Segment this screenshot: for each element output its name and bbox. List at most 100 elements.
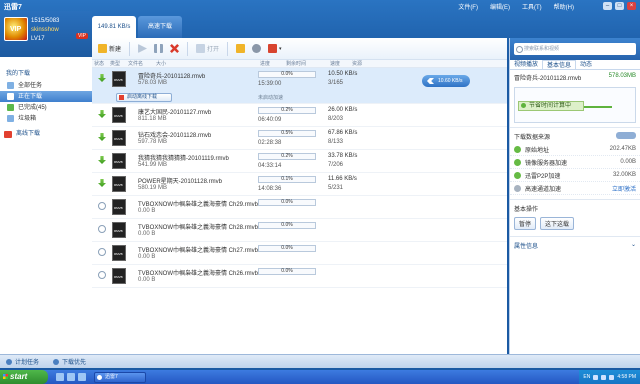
open-file-button[interactable]: 打开: [194, 42, 221, 56]
thunder-icon[interactable]: [78, 373, 86, 381]
ops-buttons: 暂停 这下这载: [510, 215, 640, 232]
col-type[interactable]: 类型: [108, 60, 126, 67]
sidebar-item-completed[interactable]: 已完成(45): [0, 102, 92, 113]
rmvb-file-icon: RMVB: [112, 176, 126, 192]
progress-bar: 0.0%: [258, 245, 316, 252]
col-peers[interactable]: 资源: [350, 60, 380, 67]
ie-icon[interactable]: [56, 373, 64, 381]
col-name[interactable]: 文件名: [126, 60, 154, 67]
table-row[interactable]: RMVB 冒险奇兵-20101128.rmvb 578.03 MB 0.0% 15:39…: [92, 68, 507, 104]
task-size: 0.00 B: [138, 208, 156, 214]
waiting-icon: [98, 225, 106, 233]
col-progress[interactable]: 进度: [258, 60, 284, 67]
desktop-icon[interactable]: [67, 373, 75, 381]
source-value[interactable]: 立即激活: [612, 184, 636, 193]
toolbar-divider: [187, 41, 189, 56]
table-row[interactable]: RMVB TVBOXNOW巾帼枭雄之義海豪情 Ch26.rmvb 0.00 B 0.0…: [92, 265, 507, 288]
bottom-bar: 计划任务 下载优先: [0, 354, 640, 368]
sources-title: 下载数据来源: [514, 135, 551, 141]
sidebar-item-all[interactable]: 全部任务: [0, 80, 92, 91]
task-name: TVBOXNOW巾帼枭雄之義海豪情 Ch26.rmvb: [138, 271, 259, 277]
pause-button[interactable]: [152, 42, 165, 56]
progress-text: 0.0%: [281, 245, 293, 251]
volume-icon[interactable]: [609, 374, 615, 380]
plan-task-button[interactable]: 计划任务: [6, 357, 39, 366]
table-row[interactable]: RMVB 钻石戏恋会-20101128.rmvb 597.78 MB 0.5% 02:2…: [92, 127, 507, 150]
menu-edit[interactable]: 编辑(E): [490, 2, 510, 11]
user-nickname[interactable]: skinsshow: [31, 26, 59, 35]
toolbar: 新建 打开 ▾: [92, 38, 507, 60]
rmvb-file-icon: RMVB: [112, 199, 126, 215]
menu-tools[interactable]: 工具(T): [522, 2, 542, 11]
lang-indicator[interactable]: EN: [583, 374, 590, 380]
progress-bar: 0.2%: [258, 153, 316, 160]
table-row[interactable]: RMVB 我猜我猜我猜猜猜-20101119.rmvb 541.99 MB 0.2% 0…: [92, 150, 507, 173]
source-label: 原始地址: [525, 147, 550, 154]
tray-icon[interactable]: [601, 374, 607, 380]
menu-help[interactable]: 帮助(H): [554, 2, 574, 11]
gear-icon: [252, 44, 262, 53]
task-list-panel: 新建 打开 ▾ 状态 类型 文件名 大小 进度 剩余时间 速度 资源 RMVB 冒…: [92, 38, 507, 354]
download-later-button[interactable]: 这下这载: [540, 217, 575, 230]
ops-title: 基本操作: [514, 207, 539, 213]
minimize-icon[interactable]: –: [603, 2, 612, 10]
chevron-down-icon: ⌄: [630, 242, 636, 248]
table-row[interactable]: RMVB 康艺大国民-20101127.rmvb 811.18 MB 0.2% 06:4…: [92, 104, 507, 127]
table-row[interactable]: RMVB TVBOXNOW巾帼枭雄之義海豪情 Ch28.rmvb 0.00 B 0.0…: [92, 219, 507, 242]
sources-toggle[interactable]: [616, 132, 636, 139]
taskbar-task-thunder[interactable]: 迅雷7: [94, 371, 146, 383]
sidebar-item-trash[interactable]: 垃圾箱: [0, 113, 92, 124]
col-status[interactable]: 状态: [92, 60, 108, 67]
search-input[interactable]: 搜索联系和视频: [514, 43, 636, 55]
delete-button[interactable]: [168, 42, 181, 56]
download-priority-button[interactable]: 下载优先: [53, 357, 86, 366]
source-row: 迅雷P2P加速 32.00KB: [510, 169, 640, 182]
col-speed[interactable]: 速度: [328, 60, 350, 67]
downloading-icon: [98, 179, 106, 187]
avatar[interactable]: VIP: [4, 17, 28, 41]
offline-download-button[interactable]: 启动离线下载: [116, 93, 172, 102]
table-row[interactable]: RMVB TVBOXNOW巾帼枭雄之義海豪情 Ch29.rmvb 0.00 B 0.0…: [92, 196, 507, 219]
source-label: 高速通道加速: [525, 186, 562, 193]
menu-file[interactable]: 文件(F): [458, 2, 478, 11]
start-button[interactable]: [136, 42, 149, 56]
more-button[interactable]: ▾: [266, 42, 284, 56]
tray-icon[interactable]: [593, 374, 599, 380]
tab-basic-info[interactable]: 基本信息: [542, 60, 577, 69]
window-controls: – □ ×: [603, 2, 636, 10]
new-task-button[interactable]: 新建: [96, 42, 123, 56]
speed-pill[interactable]: 10.60 KB/s: [422, 75, 470, 87]
rmvb-file-icon: RMVB: [112, 153, 126, 169]
tab-activity[interactable]: 动态: [576, 60, 596, 69]
tab-video[interactable]: 视频播放: [510, 60, 542, 69]
open-folder-button[interactable]: [234, 42, 247, 56]
user-info: 1515/5083 skinsshow LV17: [31, 17, 59, 44]
attributes-header[interactable]: 属性信息 ⌄: [510, 236, 640, 254]
table-row[interactable]: RMVB POWER星期天-20101128.rmvb 580.19 MB 0.1% 1…: [92, 173, 507, 196]
col-remaining[interactable]: 剩余时间: [284, 60, 328, 67]
maximize-icon[interactable]: □: [615, 2, 624, 10]
left-panel: VIP 1515/5083 skinsshow LV17 VIP 我的下载 全部…: [0, 11, 92, 355]
rmvb-file-icon: RMVB: [112, 222, 126, 238]
col-size[interactable]: 大小: [154, 60, 258, 67]
waiting-icon: [98, 271, 106, 279]
tab-speed[interactable]: 149.81 KB/s: [92, 16, 136, 38]
task-size: 580.19 MB: [138, 185, 168, 191]
task-speed: 33.78 KB/s: [328, 153, 358, 159]
start-button[interactable]: start: [0, 370, 48, 384]
time-saving-label: 节省时间计算中: [518, 101, 584, 111]
close-icon[interactable]: ×: [627, 2, 636, 10]
vip-badge: VIP: [75, 33, 88, 39]
sidebar-item-offline[interactable]: 离线下载: [0, 130, 92, 141]
task-size: 0.00 B: [138, 231, 156, 237]
sidebar-item-downloading[interactable]: 正在下载: [0, 91, 92, 102]
task-size: 0.00 B: [138, 277, 156, 283]
pause-task-button[interactable]: 暂停: [514, 217, 537, 230]
play-icon: [138, 44, 148, 53]
chevron-down-icon: ▾: [279, 45, 282, 52]
table-row[interactable]: RMVB TVBOXNOW巾帼枭雄之義海豪情 Ch27.rmvb 0.00 B 0.0…: [92, 242, 507, 265]
progress-bar: 0.0%: [258, 222, 316, 229]
settings-button[interactable]: [250, 42, 263, 56]
tab-highspeed[interactable]: 高速下载: [138, 16, 182, 38]
avatar-text: VIP: [10, 26, 22, 33]
